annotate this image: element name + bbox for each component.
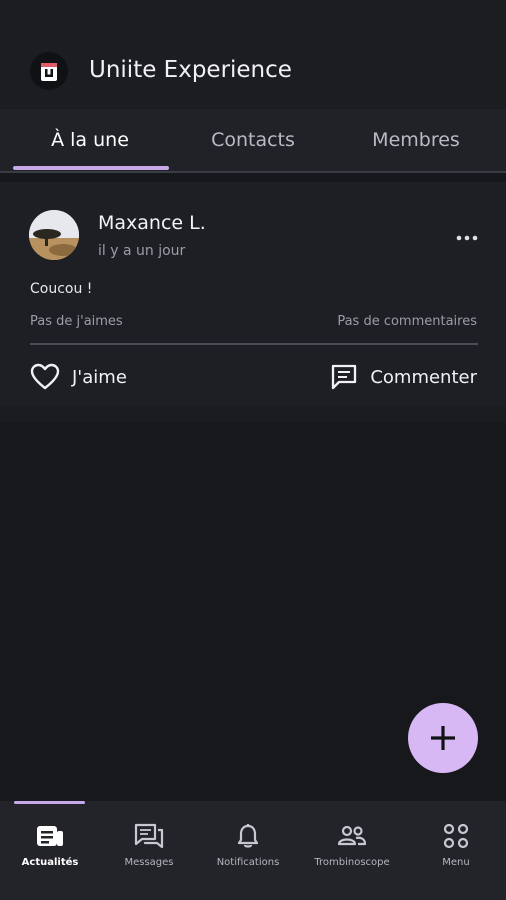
post-separator bbox=[0, 406, 506, 422]
nav-label-notifications: Notifications bbox=[216, 857, 280, 868]
more-options-button[interactable] bbox=[452, 228, 482, 248]
people-icon bbox=[337, 821, 367, 851]
avatar-image bbox=[29, 210, 79, 260]
comment-label: Commenter bbox=[370, 366, 477, 388]
active-nav-indicator bbox=[14, 801, 85, 804]
nav-label-actualites: Actualités bbox=[21, 857, 79, 868]
bottom-navigation: Actualités Messages Notifications Trombi… bbox=[0, 801, 506, 900]
news-icon bbox=[36, 821, 64, 851]
app-logo-icon bbox=[41, 63, 57, 81]
app-logo bbox=[30, 52, 68, 90]
comment-icon bbox=[332, 364, 357, 390]
bell-icon bbox=[236, 821, 260, 851]
like-button[interactable]: J'aime bbox=[30, 360, 127, 394]
post-divider bbox=[30, 343, 478, 345]
grid-icon bbox=[443, 821, 469, 851]
top-tabs: À la une Contacts Membres bbox=[0, 109, 506, 173]
nav-label-messages: Messages bbox=[124, 857, 174, 868]
add-post-button[interactable] bbox=[408, 703, 478, 773]
likes-summary[interactable]: Pas de j'aimes bbox=[30, 314, 123, 329]
tab-a-la-une[interactable]: À la une bbox=[6, 109, 174, 171]
messages-icon bbox=[134, 821, 164, 851]
app-header: Uniite Experience bbox=[0, 0, 506, 109]
tab-membres[interactable]: Membres bbox=[332, 109, 500, 171]
nav-notifications[interactable]: Notifications bbox=[198, 821, 298, 881]
plus-icon bbox=[431, 726, 455, 750]
like-label: J'aime bbox=[72, 366, 127, 388]
app-title: Uniite Experience bbox=[89, 57, 292, 83]
nav-actualites[interactable]: Actualités bbox=[0, 821, 100, 881]
post-author[interactable]: Maxance L. bbox=[98, 212, 206, 234]
nav-messages[interactable]: Messages bbox=[99, 821, 199, 881]
nav-label-trombinoscope: Trombinoscope bbox=[314, 857, 390, 868]
nav-trombinoscope[interactable]: Trombinoscope bbox=[302, 821, 402, 881]
post-text: Coucou ! bbox=[30, 281, 93, 297]
heart-icon bbox=[30, 363, 60, 390]
avatar[interactable] bbox=[29, 210, 79, 260]
comments-summary[interactable]: Pas de commentaires bbox=[337, 314, 477, 329]
nav-label-menu: Menu bbox=[442, 857, 470, 868]
tab-contacts[interactable]: Contacts bbox=[169, 109, 337, 171]
post-timestamp: il y a un jour bbox=[98, 243, 186, 259]
post-card: Maxance L. il y a un jour Coucou ! Pas d… bbox=[0, 182, 506, 406]
nav-menu[interactable]: Menu bbox=[406, 821, 506, 881]
more-horizontal-icon bbox=[456, 235, 478, 241]
comment-button[interactable]: Commenter bbox=[330, 360, 477, 394]
active-tab-indicator bbox=[13, 166, 169, 170]
